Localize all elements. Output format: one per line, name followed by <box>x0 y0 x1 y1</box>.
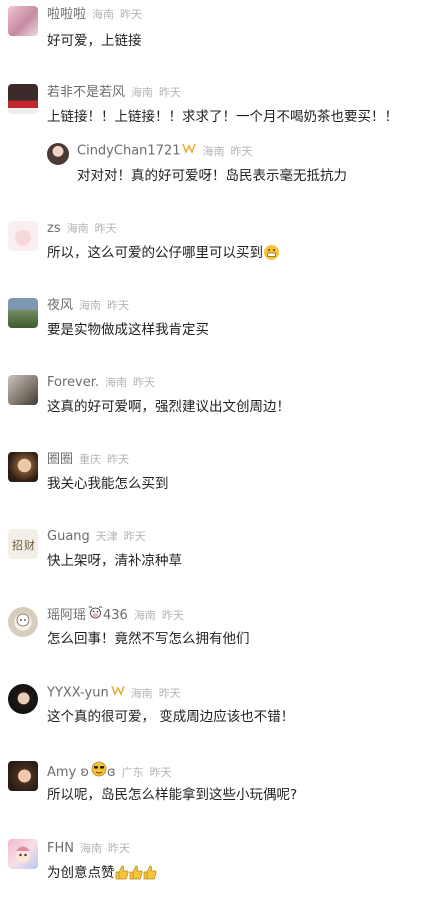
comment-text: 所以呢，岛民怎么样能拿到这些小玩偶呢? <box>47 787 298 803</box>
reply-username[interactable]: CindyChan1721 <box>77 144 180 159</box>
location: 海南 <box>79 299 102 312</box>
location: 天津 <box>95 530 118 543</box>
location: 海南 <box>133 609 156 622</box>
username[interactable]: FHN <box>47 841 74 856</box>
username[interactable]: zs <box>47 221 61 236</box>
reply-text: 对对对！真的好可爱呀！岛民表示毫无抵抗力 <box>77 168 347 184</box>
comment-text: 上链接！！上链接！！求求了！一个月不喝奶茶也要买！！ <box>47 109 398 125</box>
thumbs-up-emoji-icon <box>129 865 143 880</box>
comment-text-body: 为创意点赞 <box>47 865 115 881</box>
gold-vip-badge-icon <box>182 141 197 161</box>
username[interactable]: 啦啦啦 <box>47 7 86 22</box>
timestamp: 昨天 <box>133 376 155 389</box>
timestamp: 昨天 <box>107 453 130 466</box>
thumbs-up-emoji-icon <box>143 865 157 880</box>
username[interactable]: YYXX-yun <box>47 686 109 701</box>
username[interactable]: Guang <box>47 529 90 544</box>
avatar[interactable] <box>8 221 38 251</box>
username-suffix: ɞ <box>107 765 116 780</box>
comment-meta: 瑶阿瑶 436 海南 昨天 <box>47 605 184 625</box>
heart-eyes-emoji-icon <box>91 761 107 784</box>
comment-text: 这个真的很可爱， 变成周边应该也不错！ <box>47 709 295 725</box>
timestamp: 昨天 <box>161 609 184 622</box>
username[interactable]: 圈圈 <box>47 452 73 467</box>
comment-feed: 啦啦啦 海南 昨天 好可爱，上链接 若非不是若风 海南 昨天 上链接！！上链接！！求求了… <box>0 0 440 913</box>
reply-meta: CindyChan1721 海南 昨天 <box>77 141 252 161</box>
username[interactable]: Amy ʚ <box>47 765 89 780</box>
comment-meta: FHN 海南 昨天 <box>47 839 130 859</box>
avatar[interactable] <box>8 839 38 869</box>
thumbs-up-emoji-icon <box>115 865 129 880</box>
comment-text: 快上架呀，清补凉种草 <box>47 553 182 569</box>
avatar[interactable] <box>8 375 38 405</box>
comment-meta: zs 海南 昨天 <box>47 219 117 239</box>
username[interactable]: 瑶阿瑶 <box>47 608 86 623</box>
comment-meta: Guang 天津 昨天 <box>47 527 146 547</box>
timestamp: 昨天 <box>123 530 146 543</box>
timestamp: 昨天 <box>159 86 182 99</box>
location: 重庆 <box>79 453 102 466</box>
comment-text: 为创意点赞 <box>47 863 157 883</box>
location: 海南 <box>79 842 102 855</box>
reply-avatar[interactable] <box>47 143 69 165</box>
comment-meta: 圈圈 重庆 昨天 <box>47 450 129 470</box>
timestamp: 昨天 <box>107 299 130 312</box>
avatar[interactable] <box>8 761 38 791</box>
avatar[interactable] <box>8 298 38 328</box>
comment-text: 怎么回事！竟然不写怎么拥有他们 <box>47 631 250 647</box>
comment-meta: 若非不是若风 海南 昨天 <box>47 83 181 103</box>
location: 海南 <box>92 8 115 21</box>
grinning-emoji-icon <box>264 245 279 260</box>
svg-text:招: 招 <box>12 538 23 552</box>
avatar[interactable]: 招财 <box>8 529 38 559</box>
comment-text: 要是实物做成这样我肯定买 <box>47 322 209 338</box>
location: 海南 <box>130 686 153 700</box>
comment-text: 好可爱，上链接 <box>47 33 142 49</box>
avatar[interactable] <box>8 84 38 114</box>
timestamp: 昨天 <box>107 842 130 855</box>
timestamp: 昨天 <box>149 766 172 779</box>
comment-text: 我关心我能怎么买到 <box>47 476 169 492</box>
avatar[interactable] <box>8 607 38 637</box>
cow-emoji-icon <box>88 605 103 626</box>
location: 广东 <box>121 766 144 779</box>
avatar[interactable] <box>8 452 38 482</box>
location: 海南 <box>105 376 127 389</box>
svg-text:财: 财 <box>24 538 35 552</box>
comment-meta: Amy ʚ ɞ 广东 昨天 <box>47 761 172 781</box>
avatar[interactable] <box>8 6 38 36</box>
reply-location: 海南 <box>202 144 225 158</box>
username[interactable]: Forever. <box>47 375 99 390</box>
timestamp: 昨天 <box>158 686 181 700</box>
timestamp: 昨天 <box>94 222 117 235</box>
comment-text: 这真的好可爱啊，强烈建议出文创周边！ <box>47 399 290 415</box>
gold-vip-badge-icon <box>110 683 125 703</box>
comment-meta: 啦啦啦 海南 昨天 <box>47 5 142 25</box>
comment-meta: YYXX-yun 海南 昨天 <box>47 683 181 703</box>
comment-meta: 夜风 海南 昨天 <box>47 296 129 316</box>
location: 海南 <box>131 86 154 99</box>
comment-meta: Forever. 海南 昨天 <box>47 373 155 393</box>
username[interactable]: 夜风 <box>47 298 73 313</box>
comment-text-body: 所以，这么可爱的公仔哪里可以买到 <box>47 245 263 261</box>
location: 海南 <box>66 222 89 235</box>
username-suffix: 436 <box>103 608 128 623</box>
username[interactable]: 若非不是若风 <box>47 85 125 100</box>
avatar[interactable] <box>8 684 38 714</box>
comment-text: 所以，这么可爱的公仔哪里可以买到 <box>47 243 279 263</box>
reply-timestamp: 昨天 <box>230 144 253 158</box>
timestamp: 昨天 <box>120 8 143 21</box>
